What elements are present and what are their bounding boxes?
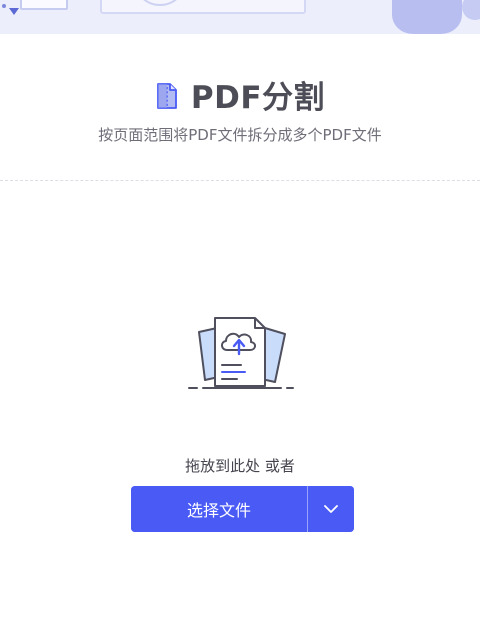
page-header: PDF分割: [0, 72, 480, 116]
top-banner: [0, 0, 480, 34]
banner-figure-decoration: [392, 0, 462, 34]
banner-triangle-decoration: [9, 8, 19, 15]
banner-document-decoration: [20, 0, 68, 10]
split-pdf-icon: [157, 83, 177, 109]
cloud-upload-document-icon[interactable]: [185, 308, 297, 394]
page: PDF分割 按页面范围将PDF文件拆分成多个PDF文件 拖放到此处 或者 选择文…: [0, 0, 480, 619]
drop-hint: 拖放到此处 或者: [185, 457, 295, 475]
select-file-button[interactable]: 选择文件: [131, 486, 307, 532]
select-file-dropdown-button[interactable]: [308, 486, 354, 532]
banner-circle-decoration: [138, 0, 182, 6]
select-file-button-group: 选择文件: [131, 486, 354, 532]
page-subtitle: 按页面范围将PDF文件拆分成多个PDF文件: [98, 126, 382, 144]
chevron-down-icon: [324, 505, 338, 513]
banner-panel-decoration: [100, 0, 306, 14]
banner-figure-decoration-2: [462, 0, 480, 20]
page-title: PDF分割: [190, 79, 326, 116]
section-divider: [0, 180, 480, 181]
banner-dot-decoration: [2, 4, 6, 8]
